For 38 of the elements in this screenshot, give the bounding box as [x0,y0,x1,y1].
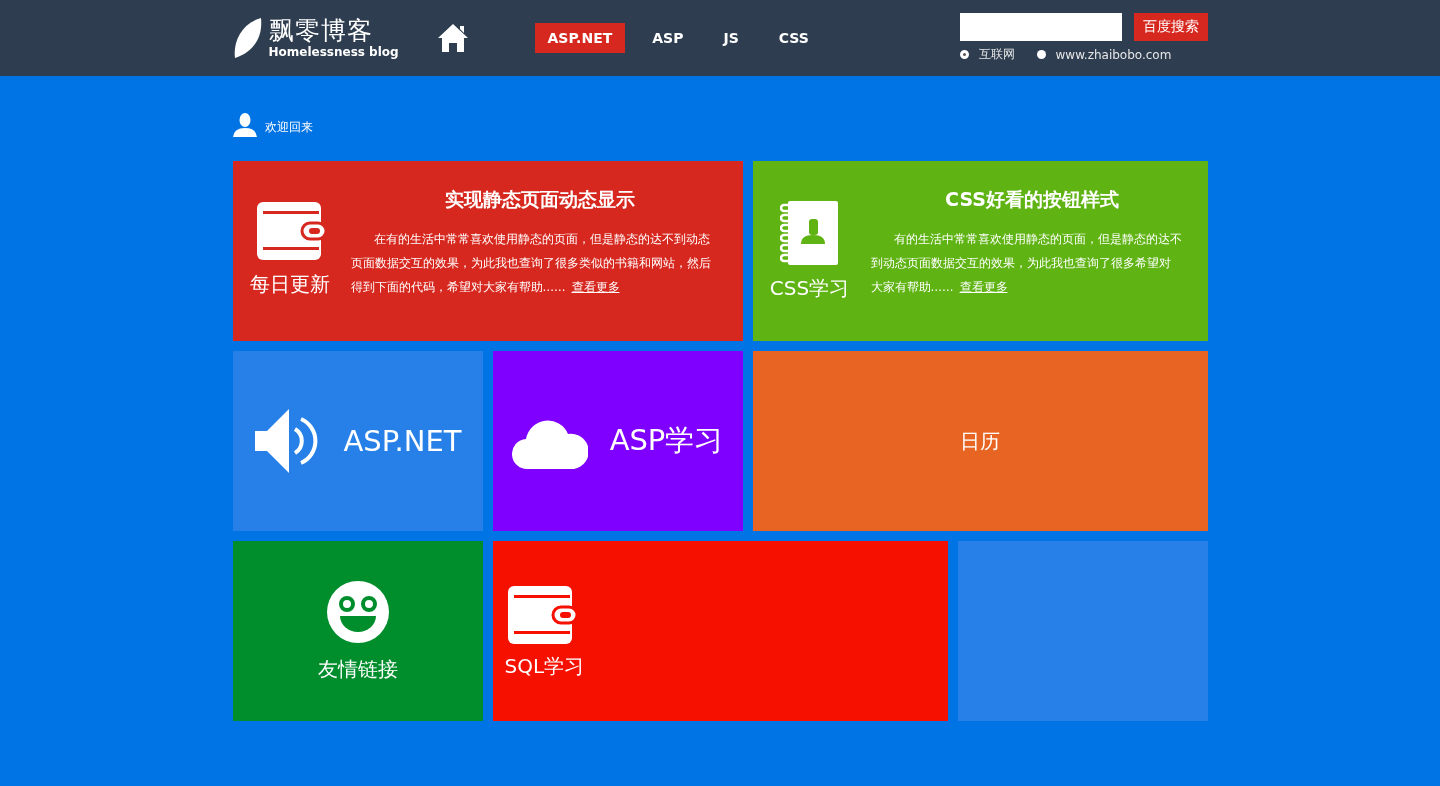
nav-tab[interactable]: ASP [639,23,697,53]
tile-label: CSS学习 [769,275,850,302]
nav-tab[interactable]: JS [710,23,752,53]
radio-button[interactable] [1036,50,1046,59]
tile-label: 友情链接 [317,655,398,683]
notebook-person-icon [779,199,840,267]
tile[interactable]: 日历 [752,351,1208,531]
article-title[interactable]: 实现静态页面动态显示 [444,187,635,213]
radio-label: www.zhaibobo.com [1055,47,1172,62]
tile[interactable]: 友情链接 [232,541,483,721]
tile-label: ASP学习 [609,422,724,459]
nav-tab[interactable]: CSS [765,23,822,53]
article-excerpt: 在有的生活中常常喜欢使用静态的页面，但是静态的达不到动态页面数据交互的效果，为此我也查询了很多类似的书籍和网站，然后得到下面的代码，希望对大家有帮助…… 查看更多 [350,231,712,296]
read-more-link[interactable]: 查看更多 [959,280,1008,294]
tile[interactable]: 每日更新 实现静态页面动态显示 在有的生活中常常喜欢使用静态的页面，但是静态的达不到动态页面数据交互的效果，为此我也查询了很多类似的书籍和网站，然后得到下面的代码，希望对大家有帮助…… 查看更多 [232,161,743,341]
home-icon[interactable] [436,23,469,53]
smiley-icon [325,579,390,644]
site-title: 飘零博客 [268,17,374,45]
tile-label: 日历 [960,427,1000,455]
radio-button[interactable] [959,50,969,59]
user-icon [232,112,257,137]
tile[interactable]: ASP.NET [232,351,483,531]
nav-tab[interactable]: ASP.NET [534,23,626,53]
welcome-text: 欢迎回来 [264,119,313,136]
radio-label: 互联网 [978,46,1015,63]
article-title[interactable]: CSS好看的按钮样式 [945,187,1119,213]
tile[interactable]: ASP学习 [492,351,743,531]
search-field[interactable] [959,13,1122,41]
tile[interactable]: CSS学习 CSS好看的按钮样式 有的生活中常常喜欢使用静态的页面，但是静态的达不到动态页面数据交互的效果，为此我也查询了很多希望对大家有帮助…… 查看更多 [752,161,1208,341]
article-excerpt: 有的生活中常常喜欢使用静态的页面，但是静态的达不到动态页面数据交互的效果，为此我也查询了很多希望对大家有帮助…… 查看更多 [870,231,1183,296]
leaf-logo-icon [232,16,263,60]
tile-label: ASP.NET [343,424,462,458]
read-more-link[interactable]: 查看更多 [571,280,620,294]
search-button[interactable]: 百度搜索 [1133,13,1208,41]
tile-label: SQL学习 [504,653,585,680]
tile[interactable]: SQL学习 [492,541,948,721]
tile-label: 每日更新 [249,271,330,298]
site-subtitle: Homelessness blog [268,45,399,59]
